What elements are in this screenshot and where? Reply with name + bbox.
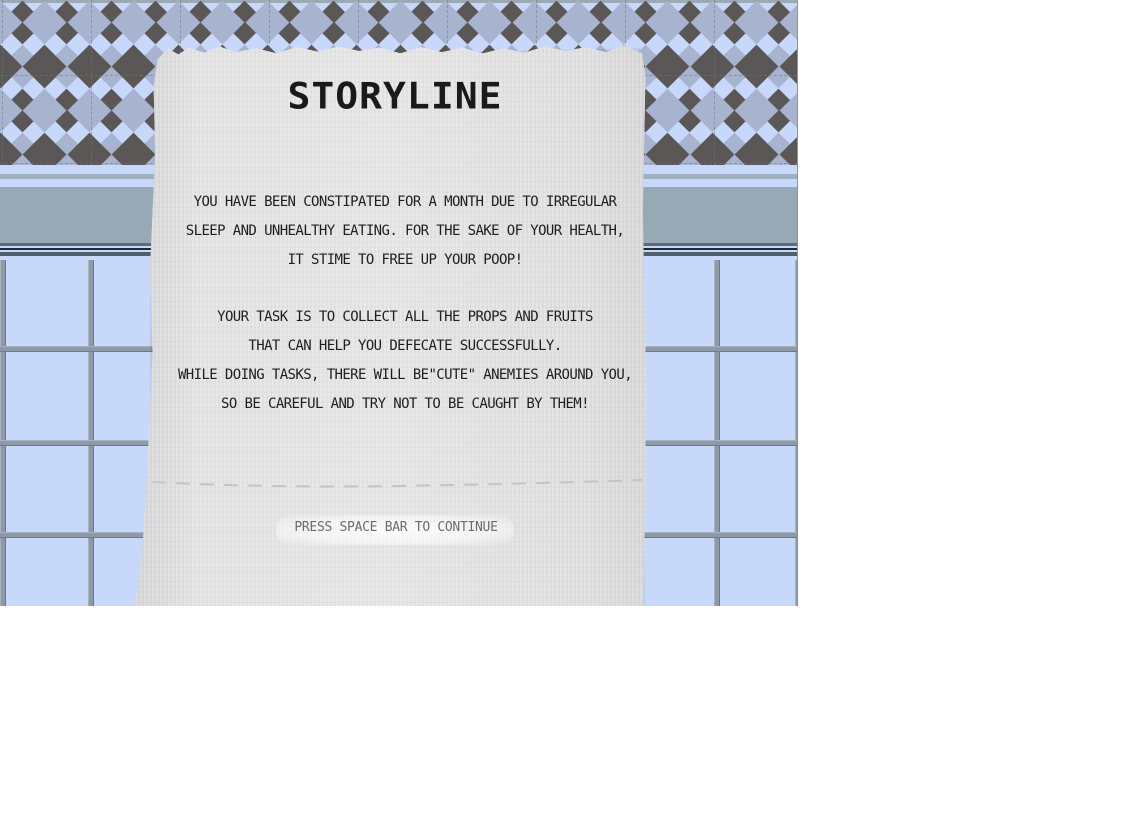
story-paragraph-2: YOUR TASK IS TO COLLECT ALL THE PROPS AN… [170, 303, 640, 419]
paper-perforation [152, 479, 642, 488]
story-line: YOU HAVE BEEN CONSTIPATED FOR A MONTH DU… [193, 194, 617, 210]
wallpaper-diamond [22, 132, 67, 165]
tile-grout [795, 260, 797, 606]
story-line: SO BE CAREFUL AND TRY NOT TO BE CAUGHT B… [221, 396, 590, 412]
tile-grout [88, 260, 94, 606]
wallpaper-diamond [734, 132, 779, 165]
wallpaper-seam [714, 0, 715, 165]
story-line: WHILE DOING TASKS, THERE WILL BE"CUTE" A… [177, 367, 633, 383]
story-line: SLEEP AND UNHEALTHY EATING. FOR THE SAKE… [185, 223, 625, 239]
story-line: IT STIME TO FREE UP YOUR POOP! [287, 252, 523, 268]
wallpaper-diamond [111, 132, 156, 165]
story-line: THAT CAN HELP YOU DEFECATE SUCCESSFULLY. [248, 338, 562, 354]
tile-grout [0, 260, 6, 606]
continue-prompt[interactable]: PRESS SPACE BAR TO CONTINUE [276, 520, 516, 535]
wallpaper-seam [91, 0, 92, 165]
wallpaper-diamond [645, 132, 690, 165]
story-line: YOUR TASK IS TO COLLECT ALL THE PROPS AN… [217, 309, 593, 325]
page-title: STORYLINE [287, 75, 503, 117]
story-paragraph-1: YOU HAVE BEEN CONSTIPATED FOR A MONTH DU… [170, 188, 640, 275]
wallpaper-diamond [690, 132, 734, 165]
wallpaper-seam [2, 0, 3, 165]
game-canvas[interactable]: STORYLINE YOU HAVE BEEN CONSTIPATED FOR … [0, 0, 798, 606]
wallpaper-diamond [67, 132, 111, 165]
tile-grout [714, 260, 720, 606]
